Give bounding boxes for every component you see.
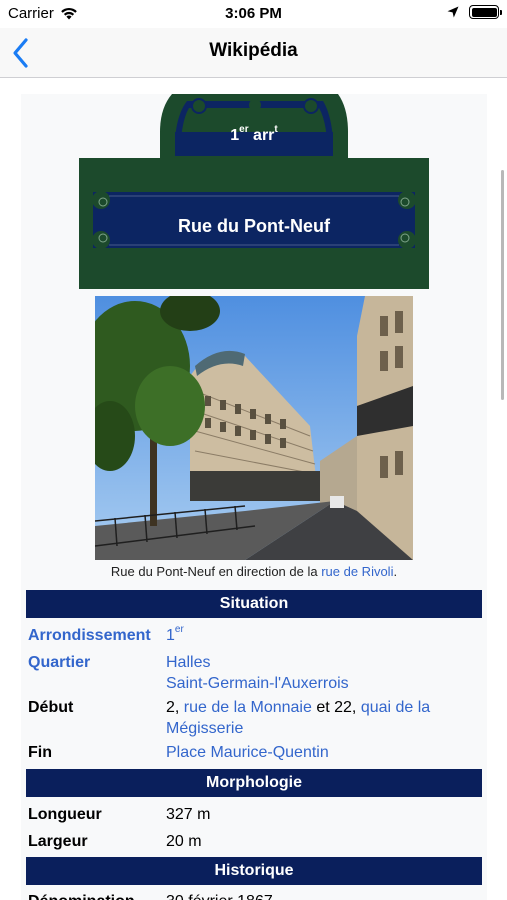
denomination-label: Dénomination	[28, 891, 168, 900]
quartier-link-saint-germain[interactable]: Saint-Germain-l'Auxerrois	[166, 673, 482, 694]
section-header-situation: Situation	[26, 590, 482, 618]
status-right	[447, 5, 502, 19]
scroll-indicator[interactable]	[501, 170, 504, 400]
sign-arrondissement-text: 1er arrt	[175, 123, 333, 145]
debut-number-1: 2,	[166, 699, 184, 716]
section-header-morphologie: Morphologie	[26, 769, 482, 797]
debut-label: Début	[28, 699, 74, 716]
caption-text: Rue du Pont-Neuf en direction de la	[110, 564, 322, 579]
largeur-label: Largeur	[28, 833, 88, 850]
longueur-value: 327 m	[166, 806, 211, 823]
quartier-label[interactable]: Quartier	[28, 652, 168, 673]
sign-arr-word: arr	[253, 127, 275, 144]
fin-label: Fin	[28, 744, 52, 761]
longueur-label: Longueur	[28, 806, 102, 823]
arrondissement-value-number[interactable]: 1	[166, 627, 175, 644]
photo-caption: Rue du Pont-Neuf en direction de la rue …	[21, 564, 487, 579]
street-photo[interactable]	[95, 296, 413, 560]
arrondissement-label[interactable]: Arrondissement	[28, 625, 168, 646]
arrondissement-value-sup: er	[174, 623, 184, 635]
battery-icon	[469, 5, 502, 19]
quartier-link-halles[interactable]: Halles	[166, 652, 482, 673]
location-arrow-icon	[447, 6, 459, 18]
sign-arr-number-sup: er	[239, 123, 249, 135]
sign-arr-word-sup: t	[274, 123, 278, 135]
status-bar: Carrier 3:06 PM	[0, 0, 507, 28]
clock: 3:06 PM	[225, 5, 282, 22]
arrondissement-value[interactable]: 1er	[166, 623, 482, 646]
street-sign: 1er arrt Rue du Pont-Neuf	[79, 94, 429, 289]
nav-title: Wikipédia	[209, 40, 298, 61]
debut-link-rue-de-la-monnaie[interactable]: rue de la Monnaie	[184, 699, 312, 716]
sign-arr-number: 1	[230, 127, 240, 144]
article-infobox: 1er arrt Rue du Pont-Neuf Rue du Pont-Ne…	[21, 94, 487, 900]
navigation-bar: Wikipédia	[0, 28, 507, 78]
largeur-value: 20 m	[166, 833, 202, 850]
fin-link-place-maurice-quentin[interactable]: Place Maurice-Quentin	[166, 742, 482, 763]
debut-value: 2, rue de la Monnaie et 22, quai de la M…	[166, 697, 482, 739]
caption-suffix: .	[393, 564, 398, 579]
section-header-historique: Historique	[26, 857, 482, 885]
sign-street-name: Rue du Pont-Neuf	[178, 216, 330, 236]
debut-middle-text: et 22,	[311, 699, 361, 716]
caption-link-rue-de-rivoli[interactable]: rue de Rivoli	[321, 564, 393, 579]
denomination-value: 30 février 1867	[166, 891, 482, 900]
quartier-value: Halles Saint-Germain-l'Auxerrois	[166, 652, 482, 694]
